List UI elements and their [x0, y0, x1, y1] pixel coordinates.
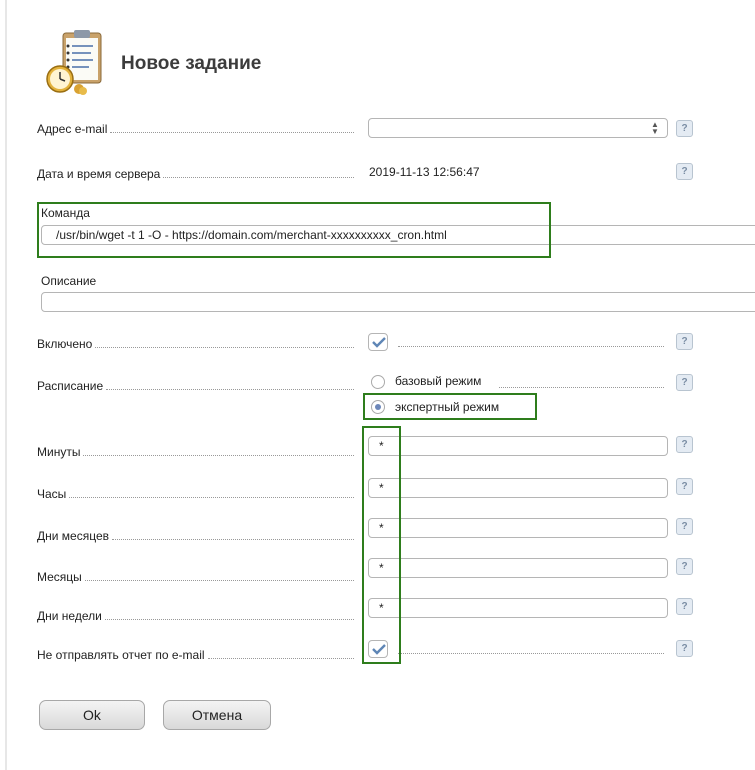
months-input[interactable]: *	[368, 558, 668, 578]
minutes-input[interactable]: *	[368, 436, 668, 456]
server-time-label: Дата и время сервера	[37, 167, 161, 181]
help-icon[interactable]: ?	[676, 436, 693, 453]
server-time-value: 2019-11-13 12:56:47	[369, 165, 480, 179]
ok-button[interactable]: Ok	[39, 700, 145, 730]
hours-label: Часы	[37, 487, 67, 501]
enabled-checkbox[interactable]	[368, 333, 388, 351]
help-icon[interactable]: ?	[676, 163, 693, 180]
expert-mode-highlight	[363, 393, 537, 420]
help-icon[interactable]: ?	[676, 120, 693, 137]
help-icon[interactable]: ?	[676, 333, 693, 350]
help-icon[interactable]: ?	[676, 518, 693, 535]
command-highlight	[37, 202, 551, 258]
help-icon[interactable]: ?	[676, 478, 693, 495]
email-select[interactable]	[368, 118, 668, 138]
email-label: Адрес e-mail	[37, 122, 108, 136]
days-of-month-label: Дни месяцев	[37, 529, 109, 543]
help-icon[interactable]: ?	[676, 558, 693, 575]
days-of-week-input[interactable]: *	[368, 598, 668, 618]
schedule-label: Расписание	[37, 379, 104, 393]
description-label: Описание	[41, 274, 97, 288]
days-of-week-label: Дни недели	[37, 609, 102, 623]
checkmark-icon	[372, 337, 386, 348]
spinner-arrows-icon[interactable]: ▲ ▼	[651, 121, 659, 136]
cancel-button[interactable]: Отмена	[163, 700, 271, 730]
radio-basic-mode[interactable]	[371, 375, 385, 389]
description-input[interactable]	[41, 292, 755, 312]
left-border	[5, 0, 7, 770]
days-of-month-input[interactable]: *	[368, 518, 668, 538]
hours-input[interactable]: *	[368, 478, 668, 498]
months-label: Месяцы	[37, 570, 82, 584]
enabled-label: Включено	[37, 337, 93, 351]
scheduler-clipboard-clock-icon	[43, 27, 113, 97]
help-icon[interactable]: ?	[676, 374, 693, 391]
no-email-report-label: Не отправлять отчет по e-mail	[37, 648, 205, 662]
help-icon[interactable]: ?	[676, 598, 693, 615]
cron-fields-highlight	[362, 426, 401, 664]
help-icon[interactable]: ?	[676, 640, 693, 657]
radio-basic-mode-label: базовый режим	[395, 374, 482, 388]
minutes-label: Минуты	[37, 445, 81, 459]
page-title: Новое задание	[121, 53, 262, 74]
